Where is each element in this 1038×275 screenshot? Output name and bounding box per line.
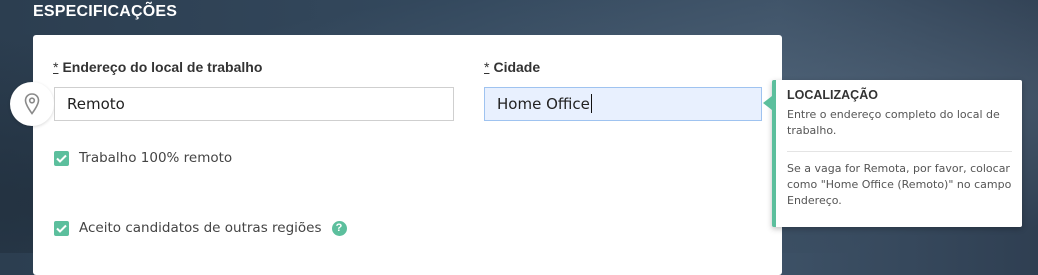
city-label-text: Cidade bbox=[493, 59, 541, 75]
remote-work-label: Trabalho 100% remoto bbox=[79, 150, 233, 166]
question-icon[interactable]: ? bbox=[331, 220, 347, 236]
section-title: ESPECIFICAÇÕES bbox=[33, 3, 178, 20]
city-input[interactable]: Home Office bbox=[484, 87, 762, 121]
map-pin-icon bbox=[24, 93, 40, 115]
city-label: * Cidade bbox=[484, 59, 540, 75]
tooltip-divider bbox=[787, 151, 1012, 152]
remote-work-row[interactable]: Trabalho 100% remoto bbox=[54, 150, 232, 166]
tooltip-text-1: Entre o endereço completo do local de tr… bbox=[787, 108, 1000, 137]
other-regions-row[interactable]: Aceito candidatos de outras regiões ? bbox=[54, 220, 347, 236]
address-input-value: Remoto bbox=[67, 95, 125, 113]
text-caret bbox=[590, 94, 592, 113]
check-icon bbox=[56, 224, 67, 233]
tooltip-text-2: Se a vaga for Remota, por favor, colocar… bbox=[787, 162, 1012, 207]
address-input[interactable]: Remoto bbox=[54, 87, 454, 121]
location-tooltip: LOCALIZAÇÃO Entre o endereço completo do… bbox=[763, 80, 1022, 227]
address-label-text: Endereço do local de trabalho bbox=[62, 59, 263, 75]
other-regions-checkbox[interactable] bbox=[54, 220, 69, 236]
check-icon bbox=[56, 154, 67, 163]
remote-work-checkbox[interactable] bbox=[54, 150, 69, 166]
required-mark: * bbox=[484, 59, 490, 75]
city-input-value: Home Office bbox=[497, 95, 590, 113]
location-badge bbox=[10, 82, 54, 126]
address-label: * Endereço do local de trabalho bbox=[53, 59, 262, 75]
other-regions-label: Aceito candidatos de outras regiões bbox=[79, 220, 322, 236]
required-mark: * bbox=[53, 59, 59, 75]
tooltip-title: LOCALIZAÇÃO bbox=[787, 88, 878, 102]
